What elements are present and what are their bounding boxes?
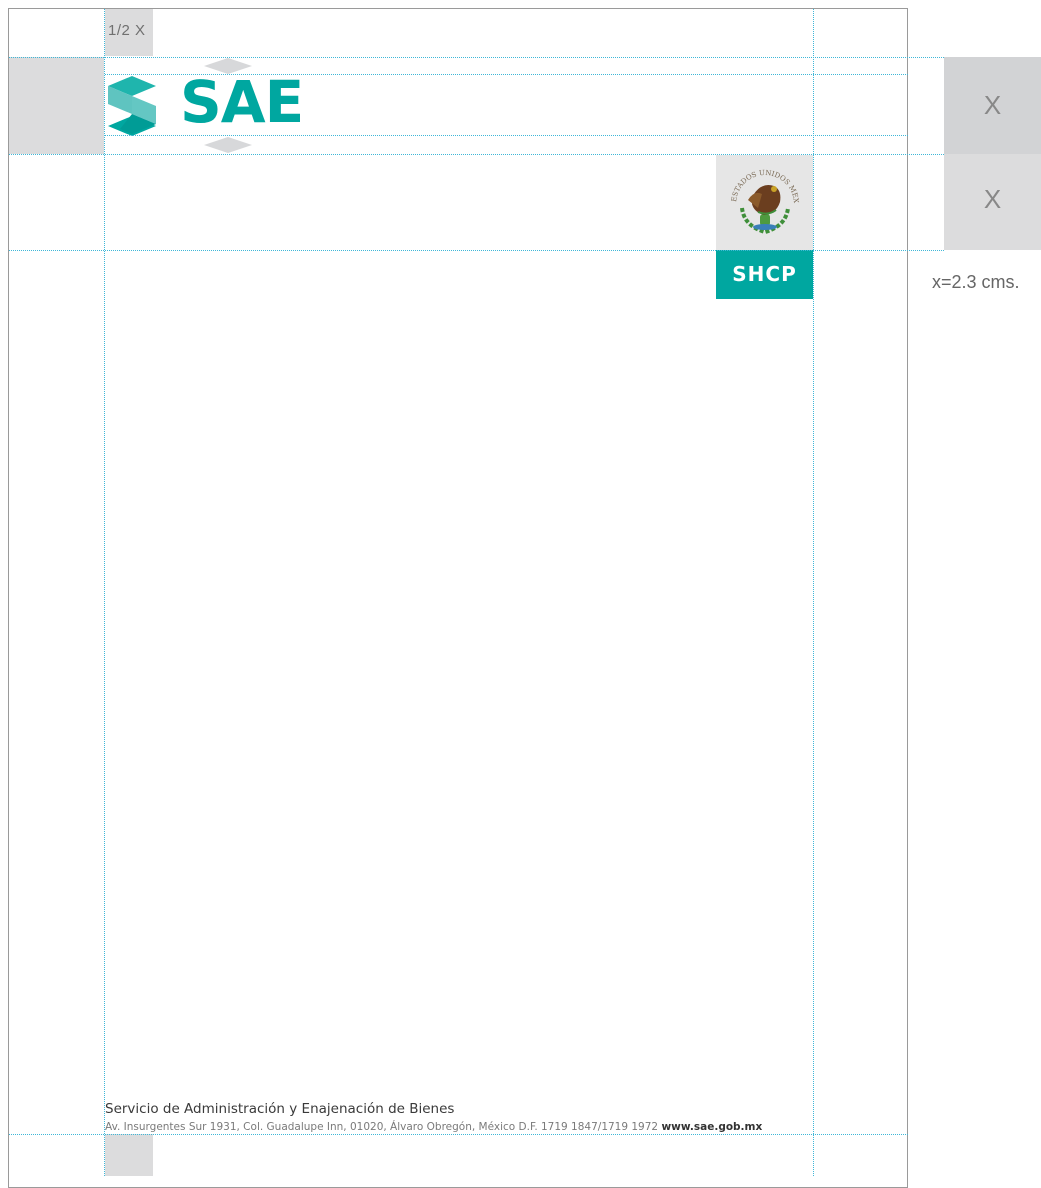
guide-line-h4	[9, 154, 944, 155]
guide-line-h1	[9, 57, 944, 58]
footer-website-link[interactable]: www.sae.gob.mx	[661, 1121, 762, 1133]
half-x-bottom-block	[105, 1134, 153, 1176]
x-label-top: X	[983, 90, 1002, 120]
mexican-coat-of-arms-icon: ESTADOS UNIDOS MEXICANOS	[724, 160, 800, 235]
footer-address: Av. Insurgentes Sur 1931, Col. Guadalupe…	[105, 1121, 659, 1133]
clearspace-diamond-bottom-icon	[204, 137, 252, 153]
unit-measure-label: x=2.3 cms.	[932, 272, 1020, 292]
footer-address-line: Av. Insurgentes Sur 1931, Col. Guadalupe…	[105, 1121, 762, 1133]
guide-line-h5	[9, 250, 944, 251]
guide-line-h3	[105, 135, 908, 136]
guide-line-v-right	[813, 9, 814, 1176]
sae-logo-mark-icon	[108, 76, 156, 136]
clearspace-diamond-top-icon	[204, 58, 252, 74]
guide-line-h2	[105, 74, 908, 75]
sae-logo-text: SAE	[180, 68, 304, 136]
guide-line-v-left	[104, 9, 105, 1176]
left-margin-block	[9, 57, 104, 154]
shcp-badge: SHCP	[716, 250, 813, 299]
guide-line-h6	[9, 1134, 908, 1135]
x-label-bottom: X	[983, 184, 1002, 214]
footer-org-name: Servicio de Administración y Enajenación…	[105, 1101, 455, 1117]
half-x-label: 1/2 X	[108, 22, 146, 39]
